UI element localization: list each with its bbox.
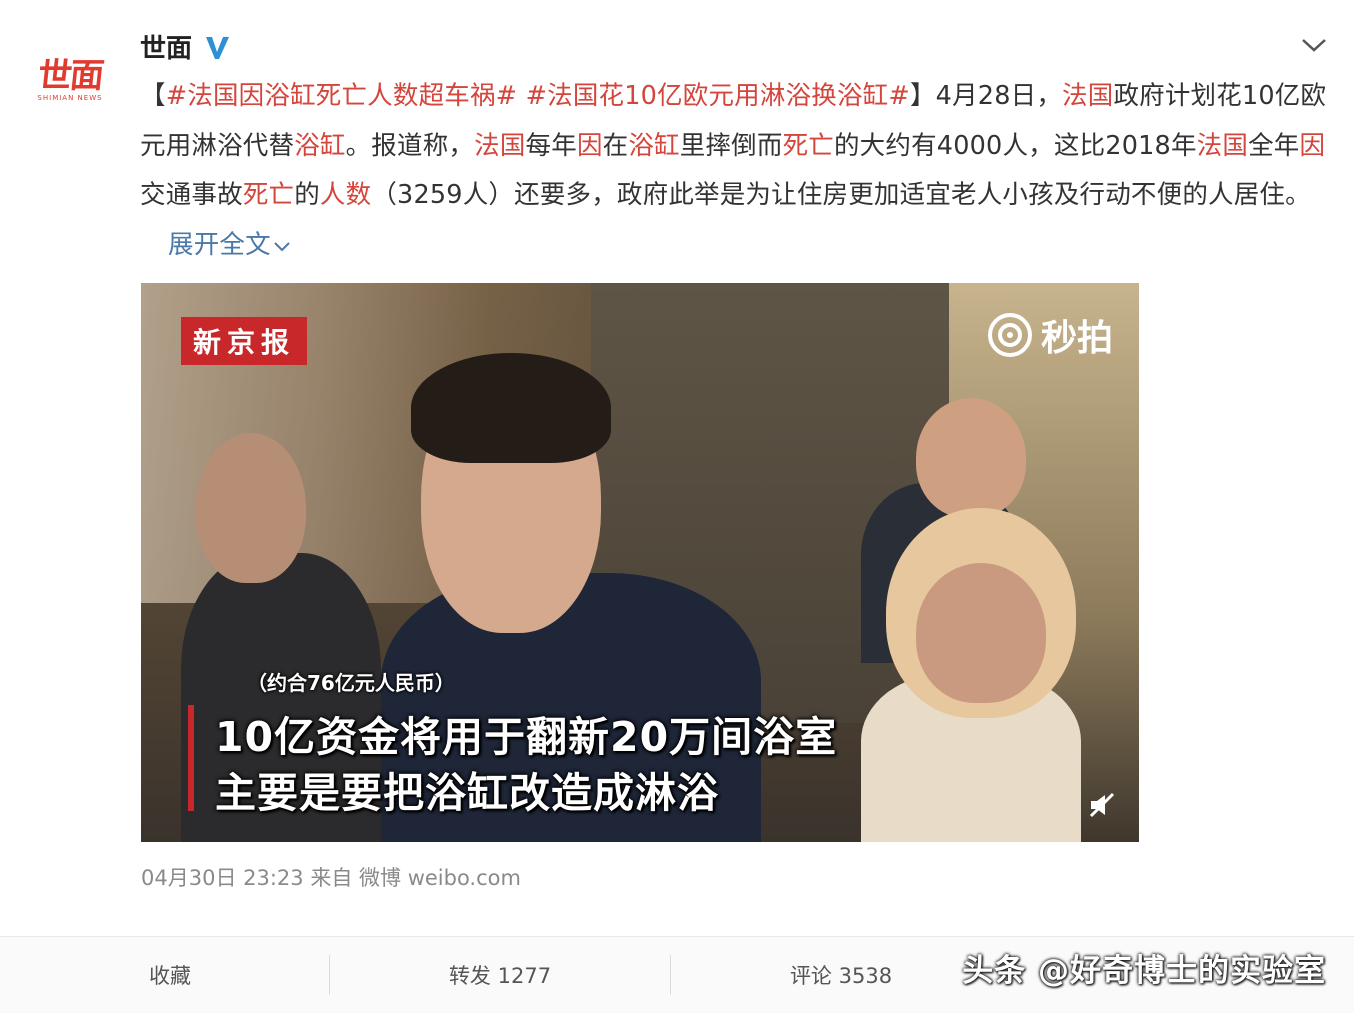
camera-lens-icon bbox=[987, 313, 1032, 357]
keyword-highlight: 法国 bbox=[1196, 130, 1249, 161]
favorite-button[interactable]: 收藏 bbox=[0, 937, 340, 1013]
video-figure bbox=[411, 353, 611, 463]
avatar-logo-text: 世面 bbox=[35, 55, 105, 96]
watermark: 头条 @好奇博士的实验室 bbox=[962, 953, 1326, 989]
post-text-segment: （3259人）还要多，政府此举是为让住房更加适宜老人小孩及行动不便的人居住。 bbox=[371, 180, 1311, 210]
source-badge: 新京报 bbox=[181, 317, 308, 365]
video-figure bbox=[916, 398, 1026, 518]
video-figure bbox=[916, 563, 1046, 703]
post-timestamp[interactable]: 04月30日 23:23 bbox=[141, 866, 304, 890]
bracket-close: 】 bbox=[909, 81, 936, 111]
post-text-segment: 4月28日， bbox=[935, 81, 1063, 111]
keyword-highlight: 法国 bbox=[1062, 81, 1114, 111]
post-text-segment: 在 bbox=[602, 130, 629, 161]
video-player[interactable]: 新京报 秒拍 （约合76亿元人民币） 10亿资金将用于翻新20万间浴室 主要是要… bbox=[141, 283, 1139, 842]
mute-icon[interactable] bbox=[1087, 790, 1117, 820]
keyword-highlight: 浴缸 bbox=[628, 130, 680, 161]
caption-line-1: 10亿资金将用于翻新20万间浴室 bbox=[215, 713, 838, 761]
keyword-highlight: 人数 bbox=[319, 180, 372, 210]
post-text-segment: 的 bbox=[294, 180, 320, 210]
keyword-highlight: 死亡 bbox=[242, 180, 295, 210]
chevron-down-icon bbox=[274, 241, 290, 251]
comment-label: 评论 3538 bbox=[789, 964, 893, 988]
repost-button[interactable]: 转发 1277 bbox=[330, 937, 670, 1013]
post-text-segment: 的大约有4000人，这比2018年 bbox=[833, 130, 1197, 161]
video-figure bbox=[196, 433, 306, 583]
post-source[interactable]: 微博 weibo.com bbox=[359, 866, 521, 890]
caption-line-2: 主要是要把浴缸改造成淋浴 bbox=[215, 769, 719, 817]
post-text-segment: 每年 bbox=[525, 130, 577, 161]
post-text-segment: 全年 bbox=[1248, 130, 1300, 161]
keyword-highlight: 法国 bbox=[474, 130, 526, 161]
expand-label: 展开全文 bbox=[168, 229, 271, 260]
expand-full-text-link[interactable]: 展开全文 bbox=[168, 230, 291, 260]
hashtag-1[interactable]: #法国因浴缸死亡人数超车祸# bbox=[166, 81, 518, 111]
hashtag-2[interactable]: #法国花10亿欧元用淋浴换浴缸# bbox=[526, 81, 910, 111]
keyword-highlight: 浴缸 bbox=[294, 130, 346, 161]
post-meta: 04月30日 23:23 来自 微博 weibo.com bbox=[141, 862, 521, 892]
verified-icon bbox=[206, 36, 230, 59]
platform-logo: 秒拍 bbox=[987, 309, 1113, 361]
favorite-label: 收藏 bbox=[149, 964, 191, 988]
platform-name: 秒拍 bbox=[1040, 318, 1113, 359]
post-text-segment: 。报道称， bbox=[345, 130, 475, 161]
caption-accent-bar bbox=[188, 705, 194, 811]
keyword-highlight: 死亡 bbox=[782, 130, 834, 161]
post-text: 【#法国因浴缸死亡人数超车祸# #法国花10亿欧元用淋浴换浴缸#】4月28日，法… bbox=[140, 72, 1340, 270]
post-text-segment: 交通事故 bbox=[140, 180, 243, 210]
account-name[interactable]: 世面 bbox=[140, 28, 192, 65]
comment-button[interactable]: 评论 3538 bbox=[671, 937, 1011, 1013]
bracket-open: 【 bbox=[140, 81, 166, 111]
keyword-highlight: 因 bbox=[576, 130, 603, 161]
chevron-down-icon[interactable] bbox=[1300, 34, 1328, 56]
account-header: 世面 bbox=[140, 28, 232, 65]
avatar[interactable]: 世面 SHIMIAN NEWS bbox=[30, 52, 110, 108]
from-label: 来自 bbox=[310, 866, 353, 890]
keyword-highlight: 因 bbox=[1299, 130, 1326, 161]
caption-subtitle: （约合76亿元人民币） bbox=[247, 671, 455, 695]
post-text-segment: 里摔倒而 bbox=[679, 130, 783, 161]
repost-label: 转发 1277 bbox=[448, 964, 552, 988]
